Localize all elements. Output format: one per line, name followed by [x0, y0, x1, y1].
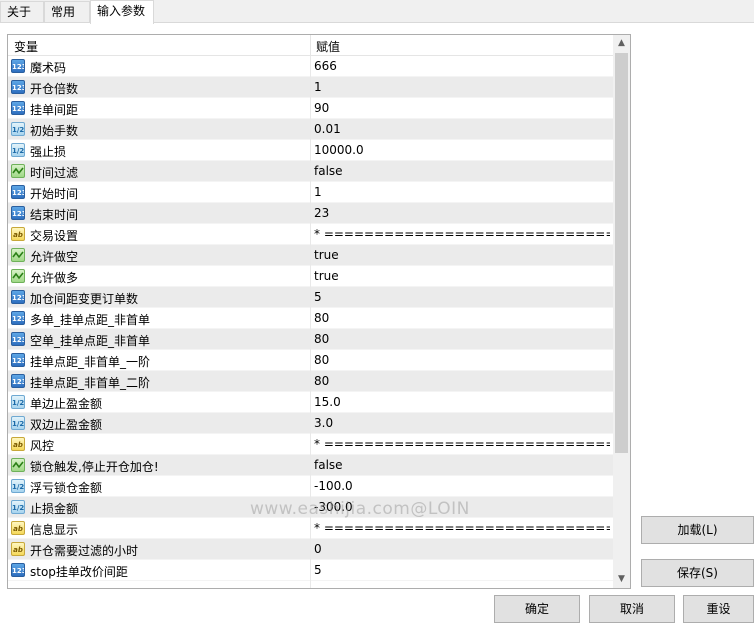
parameter-name: 时间过滤: [30, 166, 79, 180]
integer-type-icon: 123: [11, 353, 25, 367]
parameter-value[interactable]: 666: [314, 59, 610, 73]
parameter-name: 初始手数: [30, 124, 79, 138]
integer-type-icon: 123: [11, 59, 25, 73]
parameter-name: 允许做多: [30, 271, 79, 285]
string-type-icon: ab: [11, 521, 25, 535]
parameter-value[interactable]: 90: [314, 101, 610, 115]
grid-viewport: 变量 赋值 123魔术码666123开仓倍数1123挂单间距901/2初始手数0…: [8, 35, 613, 588]
parameter-value[interactable]: 5: [314, 563, 610, 577]
parameter-value[interactable]: 80: [314, 332, 610, 346]
double-type-icon: 1/2: [11, 143, 25, 157]
tab-bar: 关于 常用 输入参数: [0, 0, 754, 24]
integer-type-icon: 123: [11, 374, 25, 388]
double-type-icon: 1/2: [11, 395, 25, 409]
parameter-value[interactable]: -100.0: [314, 479, 610, 493]
parameter-name: 锁仓触发,停止开仓加仓!: [30, 460, 159, 474]
integer-type-icon: 123: [11, 206, 25, 220]
boolean-type-icon: [11, 164, 25, 178]
boolean-type-icon: [11, 458, 25, 472]
boolean-type-icon: [11, 269, 25, 283]
parameter-name: 信息显示: [30, 523, 79, 537]
tab-common[interactable]: 常用: [44, 1, 90, 22]
parameter-value[interactable]: -300.0: [314, 500, 610, 514]
parameter-value[interactable]: 1: [314, 80, 610, 94]
parameter-value[interactable]: 80: [314, 374, 610, 388]
reset-button[interactable]: 重设: [683, 595, 754, 623]
grid-header: 变量 赋值: [8, 35, 613, 56]
cancel-button[interactable]: 取消: [589, 595, 675, 623]
double-type-icon: 1/2: [11, 416, 25, 430]
parameter-name: 挂单点距_非首单_二阶: [30, 376, 151, 390]
parameter-name: 强止损: [30, 145, 67, 159]
parameter-name: 挂单间距: [30, 103, 79, 117]
parameter-value[interactable]: 5: [314, 290, 610, 304]
parameter-name: 浮亏锁仓金额: [30, 481, 103, 495]
save-button[interactable]: 保存(S): [641, 559, 754, 587]
parameter-name: 挂单点距_非首单_一阶: [30, 355, 151, 369]
parameter-value[interactable]: 80: [314, 353, 610, 367]
parameter-name: 加仓间距变更订单数: [30, 292, 139, 306]
parameter-value[interactable]: 0.01: [314, 122, 610, 136]
integer-type-icon: 123: [11, 332, 25, 346]
double-type-icon: 1/2: [11, 122, 25, 136]
double-type-icon: 1/2: [11, 500, 25, 514]
integer-type-icon: 123: [11, 185, 25, 199]
column-separator: [310, 56, 311, 588]
parameter-name: 允许做空: [30, 250, 79, 264]
boolean-type-icon: [11, 248, 25, 262]
parameter-value[interactable]: 10000.0: [314, 143, 610, 157]
parameter-name: 交易设置: [30, 229, 79, 243]
parameter-value[interactable]: 0: [314, 542, 610, 556]
parameter-name: 空单_挂单点距_非首单: [30, 334, 151, 348]
string-type-icon: ab: [11, 542, 25, 556]
parameter-value[interactable]: true: [314, 248, 610, 262]
parameter-value[interactable]: 15.0: [314, 395, 610, 409]
parameter-name: 双边止盈金额: [30, 418, 103, 432]
parameter-value[interactable]: 1: [314, 185, 610, 199]
parameter-value[interactable]: false: [314, 458, 610, 472]
double-type-icon: 1/2: [11, 479, 25, 493]
parameter-value[interactable]: 3.0: [314, 416, 610, 430]
scroll-down-arrow-icon[interactable]: ▼: [613, 571, 630, 588]
parameter-value[interactable]: * ==============================...: [314, 227, 610, 241]
parameter-name: 止损金额: [30, 502, 79, 516]
parameter-name: 结束时间: [30, 208, 79, 222]
integer-type-icon: 123: [11, 311, 25, 325]
tab-inputs[interactable]: 输入参数: [90, 0, 154, 24]
parameter-name: 开始时间: [30, 187, 79, 201]
integer-type-icon: 123: [11, 290, 25, 304]
parameter-name: 开仓倍数: [30, 82, 79, 96]
string-type-icon: ab: [11, 437, 25, 451]
parameter-name: 单边止盈金额: [30, 397, 103, 411]
parameter-name: 多单_挂单点距_非首单: [30, 313, 151, 327]
column-header-variable[interactable]: 变量: [14, 38, 38, 55]
parameter-value[interactable]: 23: [314, 206, 610, 220]
parameter-value[interactable]: * ==============================...: [314, 437, 610, 451]
parameter-name: 风控: [30, 439, 55, 453]
vertical-scrollbar[interactable]: ▲ ▼: [613, 35, 630, 588]
tab-about[interactable]: 关于: [0, 1, 44, 22]
parameter-value[interactable]: false: [314, 164, 610, 178]
parameter-value[interactable]: * ==============================...: [314, 521, 610, 535]
column-header-value[interactable]: 赋值: [316, 38, 340, 55]
column-divider[interactable]: [310, 35, 311, 56]
load-button[interactable]: 加载(L): [641, 516, 754, 544]
integer-type-icon: 123: [11, 563, 25, 577]
parameter-value[interactable]: 80: [314, 311, 610, 325]
integer-type-icon: 123: [11, 80, 25, 94]
string-type-icon: ab: [11, 227, 25, 241]
parameter-name: stop挂单改价间距: [30, 565, 128, 579]
scroll-up-arrow-icon[interactable]: ▲: [613, 35, 630, 52]
parameter-name: 开仓需要过滤的小时: [30, 544, 139, 558]
parameter-grid: 变量 赋值 123魔术码666123开仓倍数1123挂单间距901/2初始手数0…: [7, 34, 631, 589]
ok-button[interactable]: 确定: [494, 595, 580, 623]
parameter-value[interactable]: true: [314, 269, 610, 283]
scroll-thumb[interactable]: [615, 53, 628, 453]
integer-type-icon: 123: [11, 101, 25, 115]
parameter-name: 魔术码: [30, 61, 67, 75]
